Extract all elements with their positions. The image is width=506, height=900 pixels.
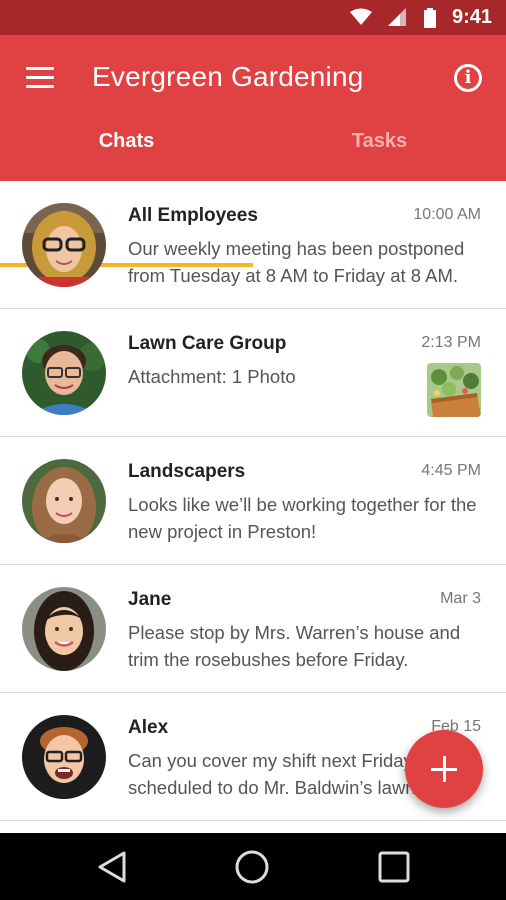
recent-apps-icon[interactable] bbox=[376, 849, 412, 885]
add-icon[interactable] bbox=[405, 730, 483, 808]
avatar bbox=[22, 331, 106, 415]
chat-item-jane[interactable]: Jane Mar 3 Please stop by Mrs. Warren’s … bbox=[0, 565, 506, 693]
tab-tasks[interactable]: Tasks bbox=[253, 121, 506, 181]
chat-name: All Employees bbox=[128, 205, 258, 226]
app-title: Evergreen Gardening bbox=[92, 61, 364, 92]
chat-item-landscapers[interactable]: Landscapers 4:45 PM Looks like we’ll be … bbox=[0, 437, 506, 565]
chat-time: 2:13 PM bbox=[421, 334, 481, 351]
chat-time: Mar 3 bbox=[440, 590, 481, 607]
tab-bar: Chats Tasks bbox=[0, 121, 506, 267]
chat-preview: Please stop by Mrs. Warren’s house and t… bbox=[128, 622, 461, 670]
info-icon[interactable]: i bbox=[454, 64, 482, 92]
photo-attachment-thumbnail[interactable] bbox=[427, 363, 481, 417]
chat-preview: Looks like we’ll be working together for… bbox=[128, 494, 477, 542]
system-nav-bar bbox=[0, 833, 506, 900]
chat-time: 4:45 PM bbox=[421, 462, 481, 479]
avatar bbox=[22, 587, 106, 671]
chat-name: Alex bbox=[128, 717, 169, 738]
app-bar: Evergreen Gardening i Chats Tasks bbox=[0, 35, 506, 267]
chat-name: Lawn Care Group bbox=[128, 333, 287, 354]
chat-time: 10:00 AM bbox=[413, 206, 481, 223]
tab-chats[interactable]: Chats bbox=[0, 121, 253, 181]
chat-item-all-employees[interactable]: All Employees 10:00 AM Our weekly meetin… bbox=[0, 181, 506, 309]
signal-icon bbox=[388, 8, 406, 26]
chat-item-lawn-care-group[interactable]: Lawn Care Group 2:13 PM Attachment: 1 Ph… bbox=[0, 309, 506, 437]
menu-icon[interactable] bbox=[26, 67, 54, 89]
avatar bbox=[22, 715, 106, 799]
avatar bbox=[22, 459, 106, 543]
avatar bbox=[22, 203, 106, 287]
home-icon[interactable] bbox=[234, 849, 270, 885]
back-icon[interactable] bbox=[94, 849, 130, 885]
chat-name: Landscapers bbox=[128, 461, 246, 482]
battery-icon bbox=[424, 8, 436, 28]
chat-preview: Our weekly meeting has been postponed fr… bbox=[128, 238, 465, 286]
status-time: 9:41 bbox=[451, 6, 492, 28]
wifi-icon bbox=[350, 8, 372, 25]
status-bar: 9:41 bbox=[0, 0, 506, 35]
chat-name: Jane bbox=[128, 589, 172, 610]
